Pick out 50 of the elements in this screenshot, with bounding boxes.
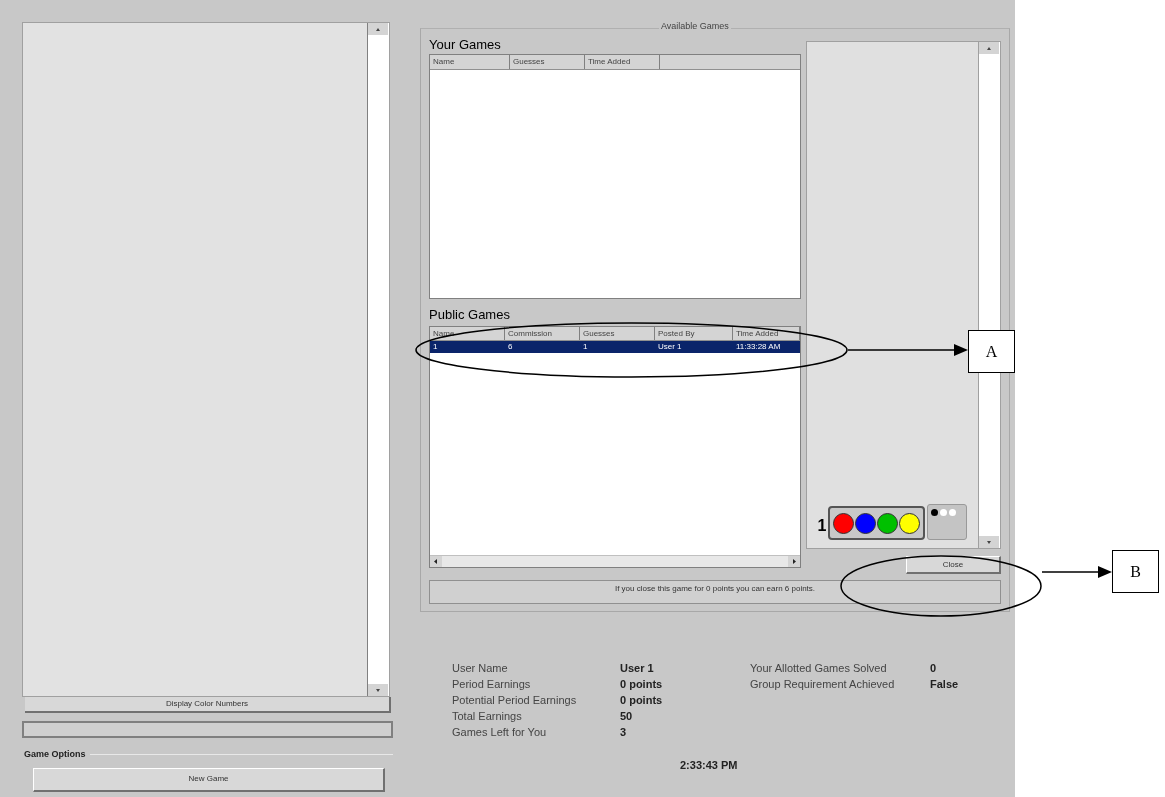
column-header[interactable]: Guesses [580,327,655,340]
guess-number: 1 [817,518,827,534]
group-title: Available Games [659,22,731,31]
horizontal-scrollbar[interactable] [430,555,800,567]
close-button[interactable]: Close [906,556,1001,574]
stat-label: Games Left for You [452,726,548,739]
stat-value: 3 [620,726,628,739]
scroll-right-icon[interactable] [788,556,800,567]
section-title: Public Games [429,307,511,322]
clock: 2:33:43 PM [680,758,739,773]
stat-label: User Name [452,662,509,675]
section-title: Your Games [429,37,502,52]
stat-value: 0 [930,662,938,675]
stat-label: Period Earnings [452,678,532,691]
stat-value: False [930,678,960,691]
stat-label: Total Earnings [452,710,523,723]
message-bar: If you close this game for 0 points you can earn 6 points. [429,580,1001,604]
arrow [1042,566,1112,578]
callout-label: B [1112,550,1159,593]
column-header[interactable]: Commission [505,327,580,340]
column-header[interactable]: Time Added [585,55,660,69]
stat-label: Your Allotted Games Solved [750,662,888,675]
stat-value: 0 points [620,694,664,707]
stat-value: 50 [620,710,634,723]
new-game-button[interactable]: New Game [33,767,385,792]
scroll-up-icon[interactable] [368,23,388,35]
column-header[interactable]: Name [430,55,510,69]
table-cell-text: User 1 [657,341,683,353]
callout-label: A [968,330,1015,373]
stat-value: User 1 [620,662,655,675]
stat-label: Group Requirement Achieved [750,678,896,691]
column-header[interactable]: Name [430,327,505,340]
stat-value: 0 points [620,678,664,691]
table-row[interactable]: 1 6 1 User 1 11:33:28 AM [430,341,800,353]
table-cell-text: 1 [432,341,439,353]
column-header[interactable]: Guesses [510,55,585,69]
table-cell-text: 6 [507,341,514,353]
scroll-down-icon[interactable] [979,536,999,548]
display-color-numbers-button[interactable]: Display Color Numbers [25,697,391,713]
column-header[interactable]: Time Added [733,327,800,340]
group-title: Game Options [23,748,86,761]
scroll-up-icon[interactable] [979,42,999,54]
scroll-down-icon[interactable] [368,684,388,696]
scroll-left-icon[interactable] [430,556,442,567]
table-cell-text: 1 [582,341,589,353]
table-cell-text: 11:33:28 AM [735,341,782,353]
scrollbar[interactable] [978,42,1000,548]
scrollbar[interactable] [367,23,389,696]
column-header[interactable]: Posted By [655,327,733,340]
stat-label: Potential Period Earnings [452,694,578,707]
